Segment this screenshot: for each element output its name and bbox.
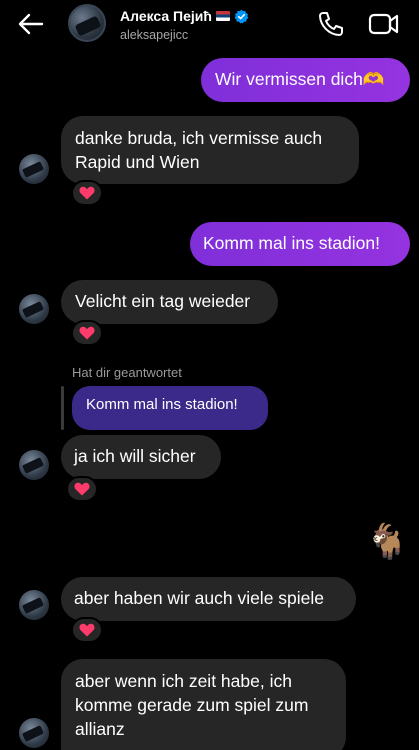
phone-icon[interactable] — [317, 10, 345, 38]
message-bubble-outgoing[interactable]: Wir vermissen dich🫶 — [201, 58, 410, 102]
heart-icon — [79, 623, 95, 637]
message-bubble-incoming[interactable]: danke bruda, ich vermisse auch Rapid und… — [61, 116, 359, 184]
message-bubble-incoming[interactable]: ja ich will sicher — [61, 435, 221, 479]
contact-avatar-small[interactable] — [19, 590, 49, 620]
reply-label: Hat dir geantwortet — [72, 365, 182, 380]
heart-icon — [74, 482, 90, 496]
message-bubble-incoming[interactable]: aber wenn ich zeit habe, ich komme gerad… — [61, 659, 346, 750]
heart-icon — [79, 326, 95, 340]
heart-reaction[interactable] — [71, 180, 103, 206]
reply-quote-bar — [61, 386, 64, 430]
heart-reaction[interactable] — [71, 320, 103, 346]
contact-avatar[interactable] — [68, 4, 106, 42]
message-bubble-outgoing[interactable]: Komm mal ins stadion! — [190, 222, 410, 266]
contact-avatar-small[interactable] — [19, 718, 49, 748]
verified-badge-icon — [234, 9, 249, 23]
contact-avatar-small[interactable] — [19, 450, 49, 480]
serbia-flag-icon — [215, 11, 230, 21]
goat-emoji-message[interactable]: 🐐 — [366, 522, 408, 562]
replied-message-preview[interactable]: Komm mal ins stadion! — [72, 386, 268, 430]
message-bubble-incoming[interactable]: Velicht ein tag weieder — [61, 280, 278, 324]
contact-name-row[interactable]: Алекса Пејић — [120, 8, 249, 24]
contact-username[interactable]: aleksapejicc — [120, 28, 188, 42]
heart-reaction[interactable] — [71, 617, 103, 643]
contact-avatar-small[interactable] — [19, 294, 49, 324]
heart-reaction[interactable] — [66, 476, 98, 502]
message-bubble-incoming[interactable]: aber haben wir auch viele spiele — [61, 577, 356, 621]
contact-name[interactable]: Алекса Пејић — [120, 8, 212, 24]
contact-avatar-small[interactable] — [19, 154, 49, 184]
arrow-left-icon[interactable] — [16, 9, 46, 39]
chat-header: Алекса Пејић aleksapejicc — [0, 0, 419, 50]
video-camera-icon[interactable] — [368, 10, 400, 38]
heart-icon — [79, 186, 95, 200]
